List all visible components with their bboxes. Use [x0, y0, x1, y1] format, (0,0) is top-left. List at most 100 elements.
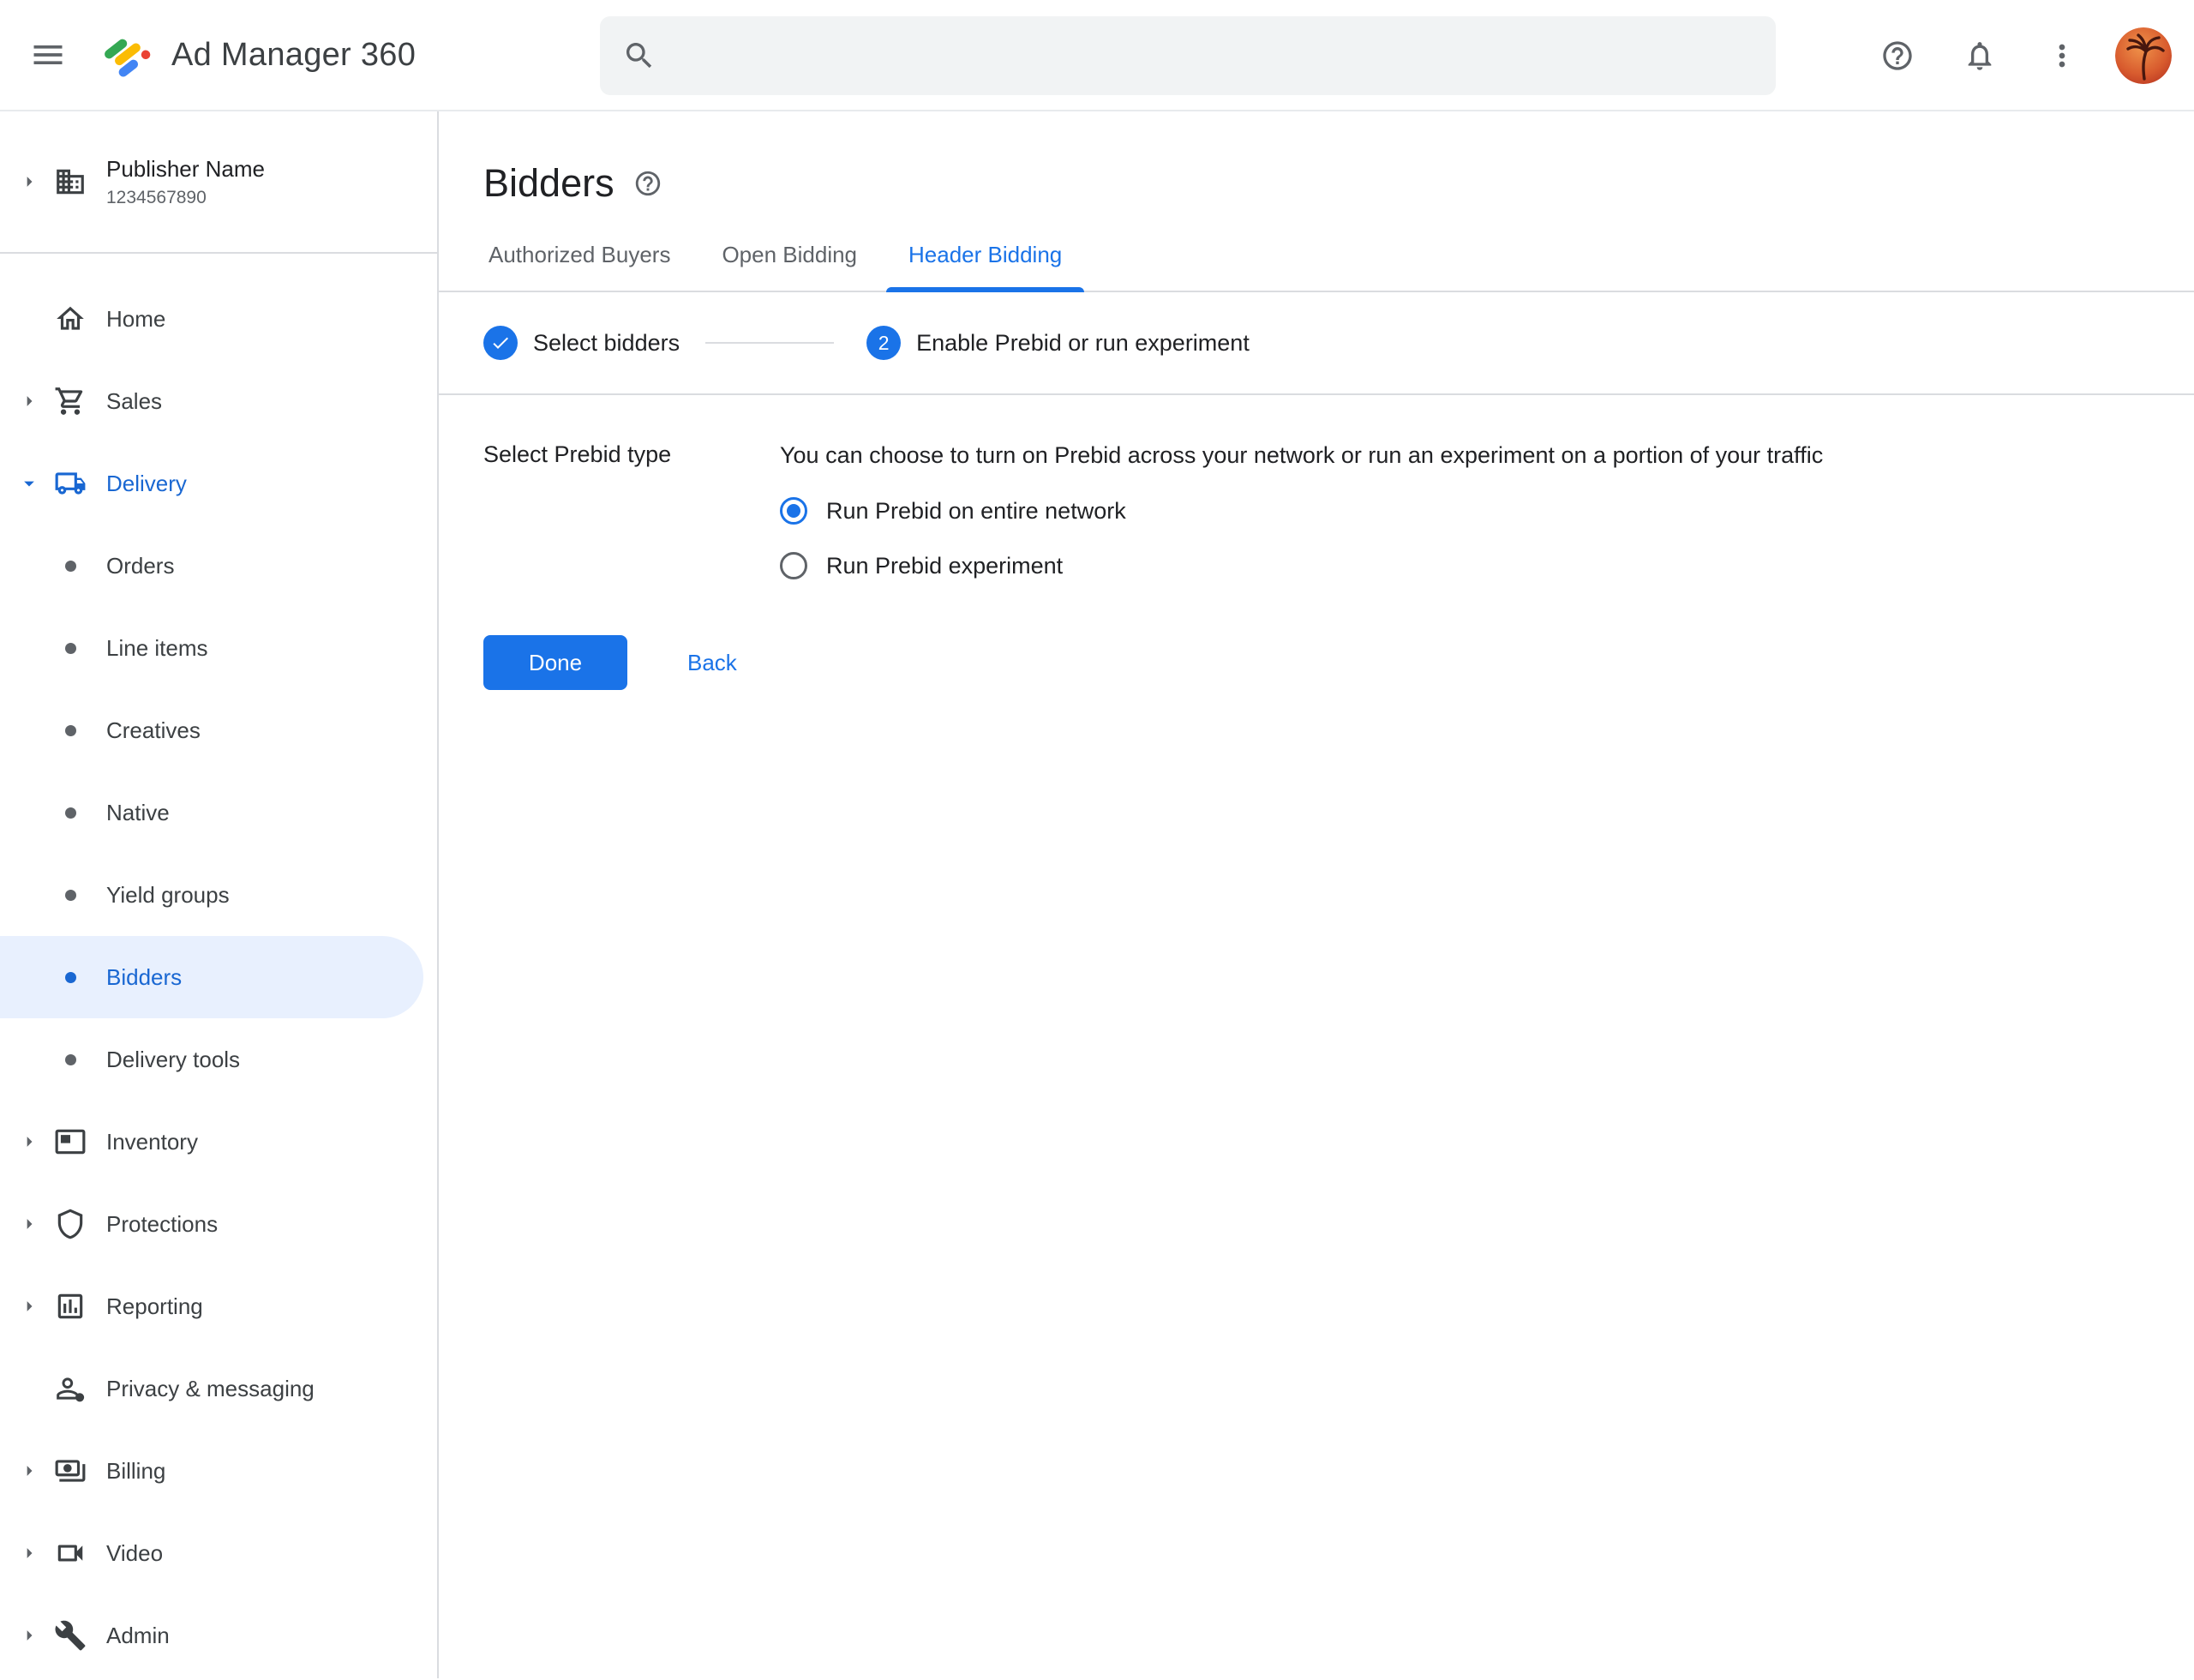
- account-avatar[interactable]: [2115, 27, 2172, 84]
- delivery-collapse-caret[interactable]: [12, 471, 46, 495]
- caret-right-icon: [17, 1541, 41, 1565]
- sidebar-item-bidders[interactable]: Bidders: [0, 936, 423, 1018]
- sidebar-item-label: Delivery: [106, 471, 187, 497]
- tab-header-bidding[interactable]: Header Bidding: [883, 242, 1088, 291]
- bar-chart-icon: [51, 1290, 89, 1323]
- billing-expand-caret[interactable]: [12, 1459, 46, 1483]
- form-field-description: You can choose to turn on Prebid across …: [780, 440, 1823, 471]
- sidebar-item-home[interactable]: Home: [0, 278, 437, 360]
- radio-option-label: Run Prebid experiment: [826, 553, 1063, 579]
- avatar-image: [2115, 27, 2172, 84]
- done-button[interactable]: Done: [483, 635, 627, 690]
- sidebar-item-label: Bidders: [106, 964, 182, 991]
- sidebar-item-billing[interactable]: Billing: [0, 1430, 437, 1512]
- radio-option-label: Run Prebid on entire network: [826, 498, 1126, 525]
- video-camera-icon: [51, 1537, 89, 1569]
- step-label: Select bidders: [533, 330, 680, 357]
- sidebar-item-creatives[interactable]: Creatives: [0, 689, 437, 771]
- inventory-expand-caret[interactable]: [12, 1130, 46, 1154]
- sidebar-item-label: Yield groups: [106, 882, 230, 909]
- truck-icon: [51, 467, 89, 500]
- step-enable-prebid[interactable]: 2 Enable Prebid or run experiment: [866, 326, 1250, 360]
- sidebar-item-orders[interactable]: Orders: [0, 525, 437, 607]
- sidebar-item-reporting[interactable]: Reporting: [0, 1265, 437, 1347]
- sidebar-item-label: Native: [106, 800, 170, 826]
- sidebar-item-delivery[interactable]: Delivery: [0, 442, 437, 525]
- bullet-icon: [65, 890, 76, 901]
- page-help-icon[interactable]: [633, 169, 662, 198]
- sidebar-item-label: Video: [106, 1540, 163, 1567]
- step-select-bidders[interactable]: Select bidders: [483, 326, 680, 360]
- search-input[interactable]: [674, 41, 1753, 70]
- caret-right-icon: [17, 1294, 41, 1318]
- admin-expand-caret[interactable]: [12, 1623, 46, 1647]
- search-bar[interactable]: [600, 16, 1776, 95]
- topbar-actions: [1868, 0, 2172, 111]
- home-icon: [51, 303, 89, 335]
- bullet-icon: [65, 725, 76, 736]
- hamburger-menu-button[interactable]: [19, 26, 77, 84]
- protections-expand-caret[interactable]: [12, 1212, 46, 1236]
- radio-selected-icon[interactable]: [780, 497, 807, 525]
- ad-manager-logo[interactable]: [103, 31, 151, 79]
- step-label: Enable Prebid or run experiment: [916, 330, 1250, 357]
- sidebar-item-native[interactable]: Native: [0, 771, 437, 854]
- sidebar-item-inventory[interactable]: Inventory: [0, 1101, 437, 1183]
- reporting-expand-caret[interactable]: [12, 1294, 46, 1318]
- video-expand-caret[interactable]: [12, 1541, 46, 1565]
- form-field-label: Select Prebid type: [483, 440, 780, 584]
- person-badge-icon: [51, 1372, 89, 1405]
- publisher-id: 1234567890: [106, 188, 265, 208]
- sidebar-item-label: Line items: [106, 635, 208, 662]
- form-actions: Done Back: [439, 584, 2194, 690]
- more-options-button[interactable]: [2033, 27, 2091, 85]
- back-button[interactable]: Back: [672, 638, 752, 688]
- caret-right-icon: [17, 389, 41, 413]
- bell-icon: [1963, 39, 1997, 73]
- help-icon: [1880, 39, 1915, 73]
- radio-unselected-icon[interactable]: [780, 552, 807, 579]
- hamburger-icon: [29, 36, 67, 74]
- sidebar-item-yield-groups[interactable]: Yield groups: [0, 854, 437, 936]
- sidebar-item-label: Reporting: [106, 1293, 203, 1320]
- payments-icon: [51, 1455, 89, 1487]
- more-vert-icon: [2045, 39, 2079, 73]
- radio-option-experiment[interactable]: Run Prebid experiment: [780, 548, 1823, 584]
- sidebar-item-privacy-messaging[interactable]: Privacy & messaging: [0, 1347, 437, 1430]
- notifications-button[interactable]: [1951, 27, 2009, 85]
- app-title: Ad Manager 360: [171, 37, 416, 74]
- tab-bar: Authorized Buyers Open Bidding Header Bi…: [439, 242, 2194, 292]
- sidebar-item-label: Protections: [106, 1211, 218, 1238]
- building-icon: [51, 165, 89, 198]
- sidebar-item-protections[interactable]: Protections: [0, 1183, 437, 1265]
- bullet-icon: [65, 807, 76, 819]
- sidebar-item-video[interactable]: Video: [0, 1512, 437, 1594]
- sidebar-item-sales[interactable]: Sales: [0, 360, 437, 442]
- inventory-icon: [51, 1125, 89, 1158]
- caret-down-icon: [17, 471, 41, 495]
- tab-open-bidding[interactable]: Open Bidding: [696, 242, 883, 291]
- wrench-icon: [51, 1619, 89, 1652]
- sidebar-item-delivery-tools[interactable]: Delivery tools: [0, 1018, 437, 1101]
- sales-expand-caret[interactable]: [12, 389, 46, 413]
- step-1-completed-circle: [483, 326, 518, 360]
- page-title: Bidders: [483, 161, 614, 206]
- bullet-icon: [65, 1054, 76, 1065]
- sidebar-item-admin[interactable]: Admin: [0, 1594, 437, 1677]
- sidebar-item-label: Home: [106, 306, 165, 333]
- publisher-account-selector[interactable]: Publisher Name 1234567890: [0, 111, 437, 254]
- check-icon: [490, 333, 511, 353]
- sidebar-item-line-items[interactable]: Line items: [0, 607, 437, 689]
- tab-authorized-buyers[interactable]: Authorized Buyers: [463, 242, 696, 291]
- help-button[interactable]: [1868, 27, 1927, 85]
- sidebar-item-label: Creatives: [106, 717, 201, 744]
- sidebar-navigation: Publisher Name 1234567890 Home Sales: [0, 111, 439, 1678]
- sidebar-item-label: Delivery tools: [106, 1047, 240, 1073]
- shield-icon: [51, 1208, 89, 1240]
- radio-option-entire-network[interactable]: Run Prebid on entire network: [780, 493, 1823, 529]
- publisher-name: Publisher Name: [106, 156, 265, 183]
- caret-right-icon: [17, 1130, 41, 1154]
- step-connector-line: [705, 342, 834, 344]
- sidebar-item-label: Sales: [106, 388, 162, 415]
- publisher-expand-caret[interactable]: [12, 170, 46, 194]
